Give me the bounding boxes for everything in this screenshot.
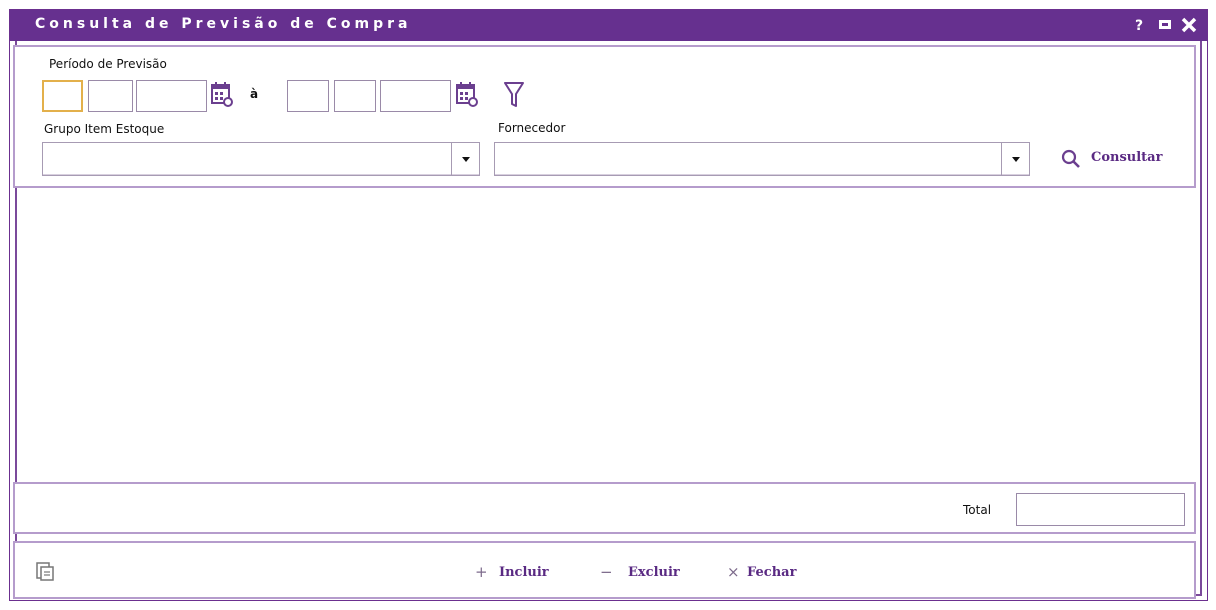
include-label: Incluir bbox=[499, 565, 549, 580]
plus-icon: + bbox=[475, 563, 488, 581]
help-button[interactable]: ? bbox=[1135, 15, 1143, 37]
search-icon bbox=[1061, 149, 1080, 168]
end-day-input[interactable] bbox=[287, 80, 329, 112]
close-icon: × bbox=[727, 563, 740, 581]
total-field[interactable] bbox=[1016, 493, 1185, 526]
actions-panel: + Incluir − Excluir × Fechar bbox=[13, 541, 1196, 599]
group-select[interactable] bbox=[42, 142, 480, 176]
end-year-input[interactable] bbox=[380, 80, 451, 112]
maximize-icon[interactable] bbox=[1159, 20, 1171, 29]
export-icon[interactable] bbox=[35, 561, 57, 583]
end-month-input[interactable] bbox=[334, 80, 376, 112]
include-button[interactable]: + Incluir bbox=[475, 563, 565, 586]
delete-label: Excluir bbox=[628, 565, 680, 580]
close-icon[interactable] bbox=[1181, 17, 1197, 33]
start-month-input[interactable] bbox=[88, 80, 133, 112]
close-label: Fechar bbox=[747, 565, 797, 580]
group-label: Grupo Item Estoque bbox=[44, 122, 165, 136]
supplier-label: Fornecedor bbox=[498, 121, 566, 135]
filter-icon[interactable] bbox=[503, 80, 525, 110]
chevron-down-icon[interactable] bbox=[451, 143, 479, 175]
total-label: Total bbox=[963, 503, 992, 517]
totals-panel: Total bbox=[13, 482, 1196, 534]
consult-label: Consultar bbox=[1091, 150, 1163, 165]
title-bar: Consulta de Previsão de Compra ? bbox=[10, 10, 1207, 41]
start-calendar-icon[interactable] bbox=[210, 80, 234, 108]
filter-panel: Período de Previsão à Grupo Item Estoque… bbox=[13, 45, 1196, 188]
period-separator: à bbox=[250, 87, 259, 101]
close-button[interactable]: × Fechar bbox=[727, 563, 827, 586]
chevron-down-icon[interactable] bbox=[1001, 143, 1029, 175]
consult-button[interactable]: Consultar bbox=[1060, 148, 1175, 170]
minus-icon: − bbox=[600, 563, 613, 581]
end-calendar-icon[interactable] bbox=[455, 80, 479, 108]
start-year-input[interactable] bbox=[136, 80, 207, 112]
supplier-select[interactable] bbox=[494, 142, 1030, 176]
period-label: Período de Previsão bbox=[49, 57, 167, 71]
start-day-input[interactable] bbox=[42, 80, 83, 112]
results-area bbox=[17, 190, 1200, 480]
window-title: Consulta de Previsão de Compra bbox=[35, 16, 412, 32]
delete-button[interactable]: − Excluir bbox=[600, 563, 700, 586]
